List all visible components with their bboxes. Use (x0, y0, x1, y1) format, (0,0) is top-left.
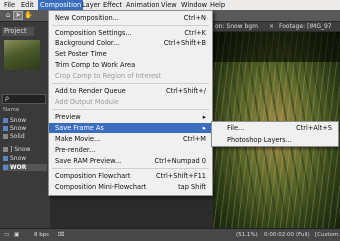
composition-tab-bar: on: Snow bgm × Footage: [IMG_97 (213, 22, 340, 31)
menu-window[interactable]: Window (181, 0, 207, 10)
menu-item-add-output-module: Add Output Module (55, 98, 119, 106)
project-item[interactable]: Snow (3, 117, 47, 124)
menu-item-composition-flowchart[interactable]: Composition Flowchart Ctrl+Shift+F11 (49, 171, 212, 181)
project-tab[interactable]: Project (2, 27, 34, 36)
project-item[interactable]: Snow (3, 125, 47, 132)
menu-layer[interactable]: Layer (82, 0, 100, 10)
submenu-arrow-icon: ▸ (202, 124, 206, 132)
composition-tab[interactable]: on: Snow bgm (215, 22, 258, 31)
project-item[interactable]: ] Snow (3, 146, 47, 153)
menu-item-crop-comp: Crop Comp to Region of Interest (55, 72, 162, 80)
menu-item-trim-comp[interactable]: Trim Comp to Work Area (49, 60, 212, 70)
footage-tab[interactable]: Footage: [IMG_97 (279, 22, 332, 31)
menu-help[interactable]: Help (210, 0, 225, 10)
home-icon[interactable]: ⌂ (4, 12, 12, 19)
menu-item-preview[interactable]: Preview ▸ (49, 112, 212, 122)
menu-item-set-poster-time[interactable]: Set Poster Time (49, 49, 212, 59)
folder-icon[interactable]: ▭ (4, 231, 9, 239)
menu-item-save-frame-as[interactable]: Save Frame As ▸ (49, 123, 212, 133)
menu-item-save-ram-preview[interactable]: Save RAM Preview... Ctrl+Numpad 0 (49, 156, 212, 166)
menu-separator (52, 83, 209, 84)
project-search-input[interactable]: ρ (2, 94, 46, 104)
hand-tool-icon[interactable]: ✋ (24, 12, 33, 19)
project-item-selected[interactable]: WOR (3, 164, 47, 171)
project-item[interactable]: Snow (3, 155, 47, 162)
viewer-dark-area (213, 32, 340, 62)
menu-separator (52, 109, 209, 110)
menu-item-composition-settings[interactable]: Composition Settings... Ctrl+K (49, 28, 212, 38)
menu-item-make-movie[interactable]: Make Movie... Ctrl+M (49, 134, 212, 144)
menu-composition[interactable]: Composition (38, 0, 84, 10)
menu-file[interactable]: File (4, 0, 15, 10)
composition-menu: New Composition... Ctrl+N Composition Set… (48, 10, 213, 196)
resolution-dropdown[interactable]: (Full) (296, 231, 310, 239)
menu-separator (52, 25, 209, 26)
zoom-level[interactable]: (51.1%) (236, 231, 258, 239)
submenu-item-photoshop-layers[interactable]: Photoshop Layers... (212, 135, 338, 145)
name-column-header[interactable]: Name (3, 107, 19, 113)
selection-tool-icon[interactable]: ➤ (13, 11, 23, 20)
menu-animation[interactable]: Animation (126, 0, 160, 10)
submenu-item-file[interactable]: File... Ctrl+Alt+S (212, 123, 338, 133)
timecode[interactable]: 0:00:02:00 (264, 231, 294, 239)
trash-icon[interactable]: ⌧ (58, 231, 64, 239)
save-frame-as-submenu: File... Ctrl+Alt+S Photoshop Layers... (211, 121, 339, 147)
menu-view[interactable]: View (161, 0, 177, 10)
menu-item-add-to-render-queue[interactable]: Add to Render Queue Ctrl+Shift+/ (49, 86, 212, 96)
menu-item-composition-mini-flowchart[interactable]: Composition Mini-Flowchart tap Shift (49, 182, 212, 192)
menu-bar: File Edit Composition Layer Effect Anima… (0, 0, 340, 10)
menu-effect[interactable]: Effect (103, 0, 122, 10)
bpc-indicator[interactable]: 8 bpc (34, 231, 49, 239)
view-layout-dropdown[interactable]: [Custom... (315, 231, 340, 239)
status-bar: ▭ ▣ 8 bpc ⌧ (51.1%) 0:00:02:00 (Full) [C… (0, 228, 340, 241)
menu-item-background-color[interactable]: Background Color... Ctrl+Shift+B (49, 38, 212, 48)
close-icon[interactable]: × (269, 22, 274, 31)
menu-item-pre-render[interactable]: Pre-render... (49, 145, 212, 155)
menu-edit[interactable]: Edit (21, 0, 34, 10)
new-comp-icon[interactable]: ▣ (14, 231, 19, 239)
menu-separator (52, 168, 209, 169)
project-thumbnail (4, 40, 40, 70)
menu-item-new-composition[interactable]: New Composition... Ctrl+N (49, 13, 212, 23)
project-item[interactable]: Solid (3, 133, 47, 140)
submenu-arrow-icon: ▸ (202, 113, 206, 121)
